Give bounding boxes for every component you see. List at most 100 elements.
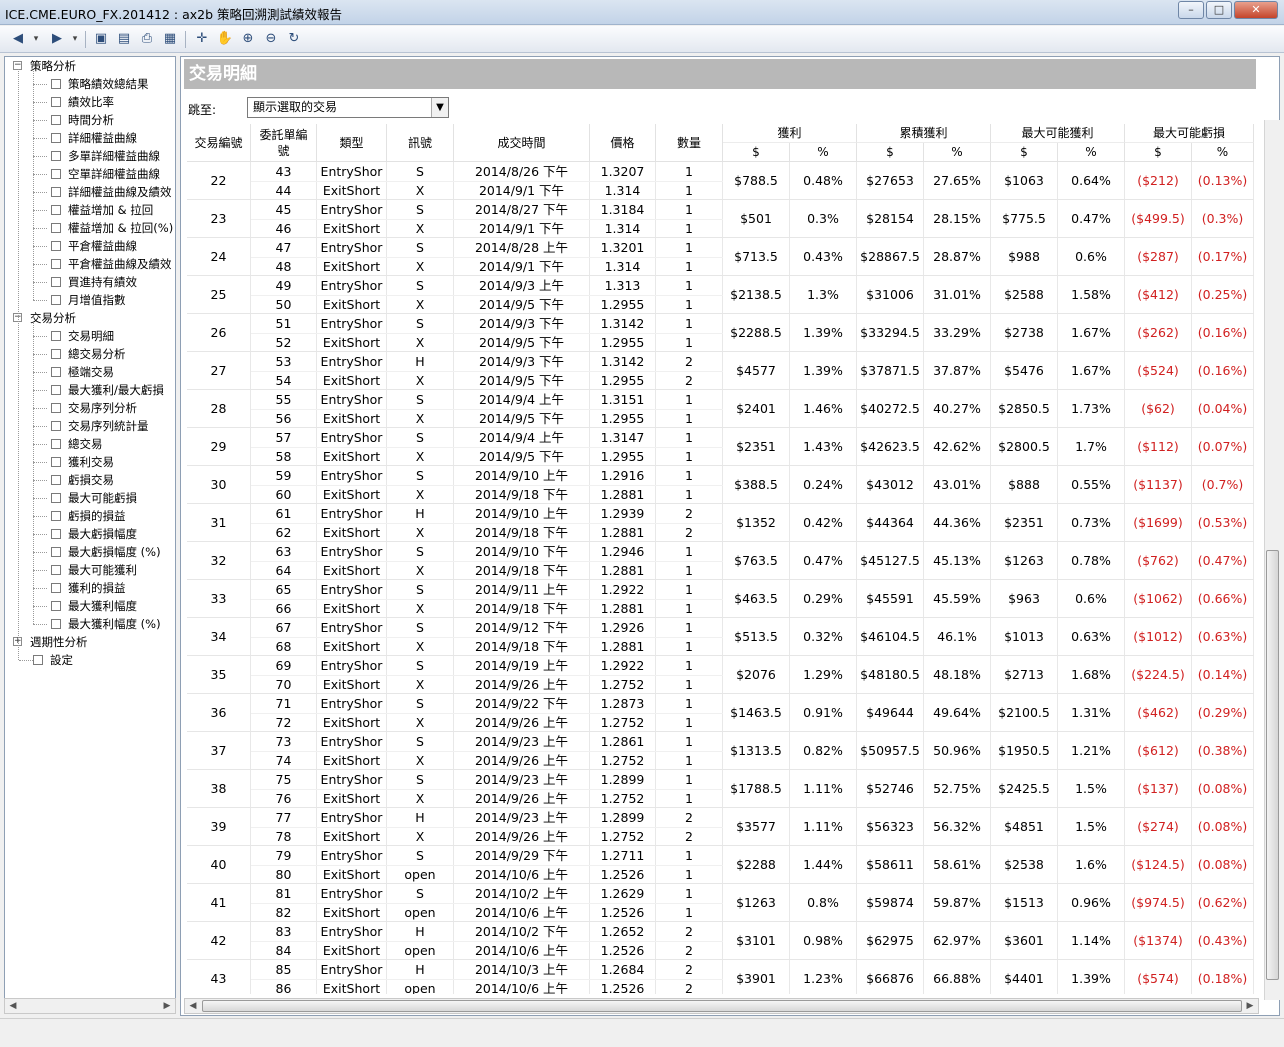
table-row[interactable]: 23 45 46 EntryShor ExitShort S X 2014/8/27 下午 20… [187,200,1254,238]
table-row[interactable]: 30 59 60 EntryShor ExitShort S X 2014/9/10 上午 20… [187,466,1254,504]
tree-item[interactable]: 獲利的損益 [49,579,175,597]
tree-item[interactable]: 總交易 [49,435,175,453]
tree-item[interactable]: 最大虧損幅度 [49,525,175,543]
table-row[interactable]: 28 55 56 EntryShor ExitShort S X 2014/9/4 上午 201… [187,390,1254,428]
table-row[interactable]: 37 73 74 EntryShor ExitShort S X 2014/9/23 上午 20… [187,732,1254,770]
cell-exit-qty: 1 [656,219,723,238]
tree-item[interactable]: 最大獲利幅度 [49,597,175,615]
tree-item[interactable]: 最大獲利/最大虧損 [49,381,175,399]
table-row[interactable]: 34 67 68 EntryShor ExitShort S X 2014/9/12 下午 20… [187,618,1254,656]
report-icon [51,511,61,521]
table-row[interactable]: 27 53 54 EntryShor ExitShort H X 2014/9/3 下午 201… [187,352,1254,390]
tree-item[interactable]: 虧損的損益 [49,507,175,525]
cell-pp: 1.46% [790,390,857,428]
cell-exit-price: 1.2526 [590,979,656,994]
tree-item[interactable]: 交易明細 [49,327,175,345]
scroll-right-arrow-icon[interactable]: ▶ [1243,1000,1257,1013]
table-row[interactable]: 26 51 52 EntryShor ExitShort S X 2014/9/3 下午 201… [187,314,1254,352]
table-row[interactable]: 33 65 66 EntryShor ExitShort S X 2014/9/11 上午 20… [187,580,1254,618]
vertical-scroll-thumb[interactable] [1266,550,1279,980]
table-row[interactable]: 24 47 48 EntryShor ExitShort S X 2014/8/28 上午 20… [187,238,1254,276]
tree-item[interactable]: 時間分析 [49,111,175,129]
tree-item[interactable]: 最大獲利幅度 (%) [49,615,175,633]
horizontal-scroll-thumb[interactable] [202,1000,1242,1012]
tree-item-settings[interactable]: 設定 [31,651,171,669]
hand-pan-icon[interactable]: ✋ [216,30,234,48]
tree-item[interactable]: 最大虧損幅度 (%) [49,543,175,561]
cell-exit-qty: 1 [656,295,723,314]
preview-icon[interactable]: ▦ [161,30,179,48]
tree-item[interactable]: 空單詳細權益曲線 [49,165,175,183]
tree-item[interactable]: 策略績效總結果 [49,75,175,93]
tree-item[interactable]: 權益增加 & 拉回 [49,201,175,219]
tree-item[interactable]: 平倉權益曲線及績效 [49,255,175,273]
tree-item[interactable]: 詳細權益曲線及績效 [49,183,175,201]
table-row[interactable]: 40 79 80 EntryShor ExitShort Sopen 2014/9/29 下… [187,846,1254,884]
save-icon[interactable]: ▣ [92,30,110,48]
cell-c: $27653 [857,162,924,200]
forward-dropdown-icon[interactable]: ▾ [70,30,80,48]
table-row[interactable]: 25 49 50 EntryShor ExitShort S X 2014/9/3 上午 201… [187,276,1254,314]
tree-item[interactable]: 極端交易 [49,363,175,381]
crosshair-icon[interactable]: ✛ [193,30,211,48]
table-vertical-scrollbar[interactable] [1264,120,1280,1000]
tree-item[interactable]: 交易序列統計量 [49,417,175,435]
tree-item[interactable]: 最大可能虧損 [49,489,175,507]
cell-pp: 0.24% [790,466,857,504]
tree-group-2[interactable]: + 週期性分析 [9,633,169,651]
table-row[interactable]: 43 85 86 EntryShor ExitShort Hopen 2014/10/3 上… [187,960,1254,994]
zoom-in-icon[interactable]: ⊕ [239,30,257,48]
cell-entry-sig: S [387,580,454,599]
tree-item[interactable]: 績效比率 [49,93,175,111]
export-icon[interactable]: ▤ [115,30,133,48]
jump-select[interactable]: 顯示選取的交易 ▼ [247,97,449,118]
table-row[interactable]: 29 57 58 EntryShor ExitShort S X 2014/9/4 上午 201… [187,428,1254,466]
minimize-button[interactable]: – [1178,1,1204,19]
cell-cp: 44.36% [924,504,991,542]
table-row[interactable]: 31 61 62 EntryShor ExitShort H X 2014/9/10 上午 20… [187,504,1254,542]
chevron-down-icon[interactable]: ▼ [431,98,448,117]
tree-item[interactable]: 買進持有績效 [49,273,175,291]
tree-item[interactable]: 月增值指數 [49,291,175,309]
tree-item[interactable]: 詳細權益曲線 [49,129,175,147]
scroll-left-arrow-icon[interactable]: ◀ [186,1000,200,1013]
tree-item[interactable]: 總交易分析 [49,345,175,363]
tree-item[interactable]: 交易序列分析 [49,399,175,417]
print-icon[interactable]: ⎙ [138,30,156,48]
table-row[interactable]: 35 69 70 EntryShor ExitShort S X 2014/9/19 上午 20… [187,656,1254,694]
table-row[interactable]: 38 75 76 EntryShor ExitShort S X 2014/9/23 上午 20… [187,770,1254,808]
scroll-right-arrow-icon[interactable]: ▶ [160,1000,174,1013]
table-row[interactable]: 41 81 82 EntryShor ExitShort Sopen 2014/10/2 上… [187,884,1254,922]
table-row[interactable]: 36 71 72 EntryShor ExitShort S X 2014/9/22 下午 20… [187,694,1254,732]
cell-exit-time: 2014/10/6 上午 [454,865,590,884]
table-row[interactable]: 22 43 44 EntryShor ExitShort S X 2014/8/26 下午 20… [187,162,1254,200]
table-row[interactable]: 39 77 78 EntryShor ExitShort H X 2014/9/23 上午 20… [187,808,1254,846]
table-horizontal-scrollbar[interactable]: ◀ ▶ [184,998,1259,1014]
cell-entry-time: 2014/9/10 下午 [454,542,590,561]
table-row[interactable]: 42 83 84 EntryShor ExitShort Hopen 2014/10/2 下… [187,922,1254,960]
maximize-button[interactable]: □ [1206,1,1232,19]
tree-item[interactable]: 平倉權益曲線 [49,237,175,255]
row-divider [251,485,723,486]
tree-item[interactable]: 虧損交易 [49,471,175,489]
refresh-icon[interactable]: ↻ [285,30,303,48]
tree-item[interactable]: 權益增加 & 拉回(%) [49,219,175,237]
zoom-out-icon[interactable]: ⊖ [262,30,280,48]
table-row[interactable]: 32 63 64 EntryShor ExitShort S X 2014/9/10 下午 20… [187,542,1254,580]
tree-item-label: 虧損的損益 [68,509,126,523]
close-button[interactable]: ✕ [1234,1,1278,19]
tree-horizontal-scrollbar[interactable]: ◀ ▶ [4,998,176,1014]
tree-item[interactable]: 多單詳細權益曲線 [49,147,175,165]
back-dropdown-icon[interactable]: ▾ [31,30,41,48]
cell-entry-sig: S [387,428,454,447]
cell-exit-ord: 48 [251,257,317,276]
cell-exit-price: 1.314 [590,257,656,276]
cell-mpp: 1.6% [1058,846,1125,884]
forward-icon[interactable]: ▶ [48,30,66,48]
cell-exit-qty: 2 [656,523,723,542]
back-icon[interactable]: ◀ [9,30,27,48]
cell-exit-qty: 2 [656,979,723,994]
tree-item[interactable]: 獲利交易 [49,453,175,471]
scroll-left-arrow-icon[interactable]: ◀ [6,1000,20,1013]
tree-item[interactable]: 最大可能獲利 [49,561,175,579]
